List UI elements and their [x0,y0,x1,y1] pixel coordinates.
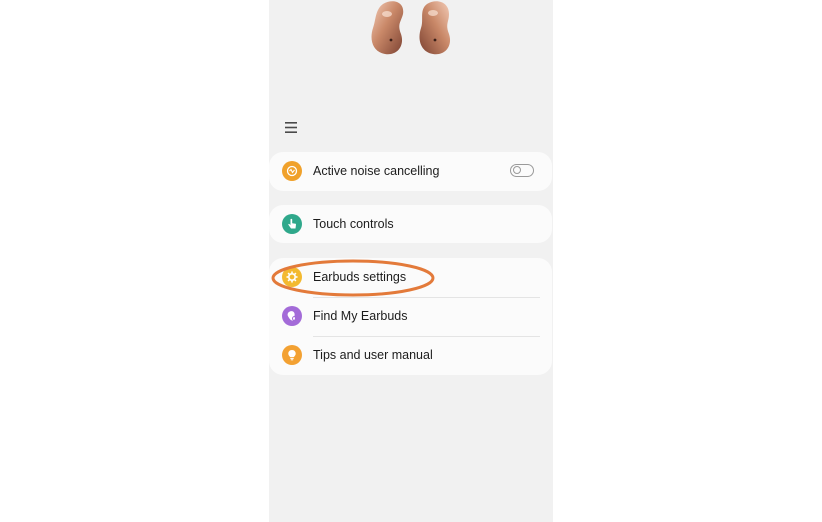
earbuds-settings-row[interactable]: Earbuds settings [269,258,552,297]
anc-row[interactable]: Active noise cancelling [269,152,552,191]
touch-hand-icon [282,214,302,234]
touch-controls-card: Touch controls [269,205,552,243]
find-earbuds-icon [282,306,302,326]
anc-toggle[interactable] [510,164,534,177]
earbuds-image [371,1,451,55]
find-my-earbuds-label: Find My Earbuds [313,309,408,323]
tips-user-manual-row[interactable]: Tips and user manual [269,336,552,375]
touch-controls-row[interactable]: Touch controls [269,205,552,244]
settings-list-card: Earbuds settings Find My Earbuds Tips an… [269,258,552,375]
lightbulb-icon [282,345,302,365]
anc-card: Active noise cancelling [269,152,552,191]
noise-cancelling-icon [282,161,302,181]
gear-icon [282,267,302,287]
toggle-knob [513,166,521,175]
earbuds-settings-label: Earbuds settings [313,270,407,284]
touch-controls-label: Touch controls [313,217,394,231]
tips-user-manual-label: Tips and user manual [313,348,433,362]
anc-label: Active noise cancelling [313,164,440,178]
hamburger-menu-icon[interactable] [283,119,299,135]
phone-screen: Active noise cancelling Touch controls E… [269,0,553,522]
find-my-earbuds-row[interactable]: Find My Earbuds [269,297,552,336]
